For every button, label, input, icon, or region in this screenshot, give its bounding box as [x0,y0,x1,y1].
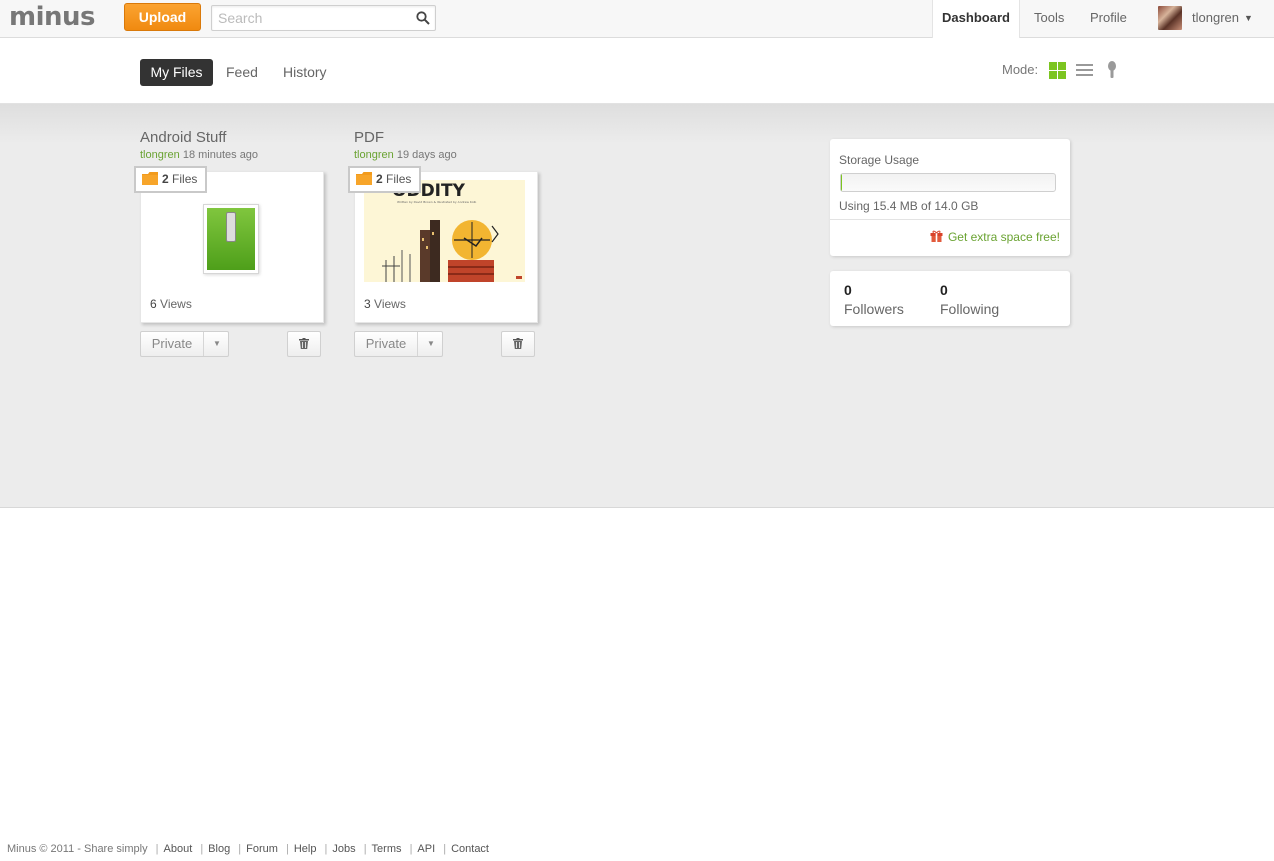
followers-label: Followers [844,301,904,317]
mode-label: Mode: [1002,62,1039,77]
file-count-badge[interactable]: 2 Files [348,166,422,193]
pin-view-icon[interactable] [1106,61,1118,79]
footer-link-api[interactable]: API [417,843,435,855]
privacy-label[interactable]: Private [355,332,418,356]
upload-button[interactable]: Upload [124,3,201,31]
following-label: Following [940,301,1000,317]
sub-nav: My Files Feed History Mode: [0,38,1274,104]
footer-link-about[interactable]: About [164,843,193,855]
delete-button[interactable] [287,331,321,357]
trash-icon [513,338,523,349]
album-time: 18 minutes ago [182,149,259,161]
follow-panel: 0 Followers 0 Following [830,271,1070,326]
tab-my-files[interactable]: My Files [140,59,213,86]
storage-title: Storage Usage [839,153,920,167]
chevron-down-icon[interactable]: ▼ [419,332,443,356]
album-views: 3 Views [364,297,406,311]
nav-dashboard[interactable]: Dashboard [932,0,1020,38]
footer-link-jobs[interactable]: Jobs [332,843,355,855]
pdf-cover-subtitle: Written by David Brown & Illustrated by … [397,200,476,204]
album-meta: tlongren 19 days ago [354,149,457,161]
extra-space-label: Get extra space free! [947,230,1060,244]
following-count: 0 [940,282,948,298]
tab-history[interactable]: History [283,59,327,86]
minus-logo[interactable]: minus [9,2,96,32]
views-count: 6 [150,297,157,311]
footer-link-forum[interactable]: Forum [246,843,278,855]
main-content: Android Stuff tlongren 18 minutes ago 6 … [0,104,1274,508]
album-owner-link[interactable]: tlongren [140,149,180,161]
views-label: Views [160,297,192,311]
album-meta: tlongren 18 minutes ago [140,149,258,161]
followers-count: 0 [844,282,852,298]
footer-link-help[interactable]: Help [294,843,317,855]
nav-profile[interactable]: Profile [1090,0,1127,37]
search-box [211,5,436,31]
folder-icon [142,172,158,185]
views-count: 3 [364,297,371,311]
user-menu[interactable]: tlongren ▼ [1192,0,1253,36]
list-view-icon[interactable] [1076,63,1093,78]
storage-usage-text: Using 15.4 MB of 14.0 GB [839,199,979,213]
gift-icon [930,230,943,242]
album-title[interactable]: PDF [354,129,384,146]
copyright: Minus © 2011 - Share simply [7,843,148,855]
file-count: 2 [162,172,169,186]
album-time: 19 days ago [396,149,457,161]
extra-space-link[interactable]: Get extra space free! [930,230,1060,244]
trash-icon [299,338,309,349]
album-views: 6 Views [150,297,192,311]
album-card: Android Stuff tlongren 18 minutes ago 6 … [134,104,340,364]
chevron-down-icon: ▼ [1243,13,1253,23]
views-label: Views [374,297,406,311]
storage-progress-bar [840,173,1056,192]
footer-link-blog[interactable]: Blog [208,843,230,855]
album-title[interactable]: Android Stuff [140,129,226,146]
divider [830,219,1070,220]
privacy-dropdown[interactable]: Private ▼ [140,331,229,357]
search-input[interactable] [218,9,413,27]
privacy-label[interactable]: Private [141,332,204,356]
nav-tools[interactable]: Tools [1034,0,1064,37]
file-count-badge[interactable]: 2 Files [134,166,208,193]
chevron-down-icon[interactable]: ▼ [205,332,229,356]
privacy-dropdown[interactable]: Private ▼ [354,331,443,357]
search-icon[interactable] [416,11,430,25]
username: tlongren [1192,10,1239,25]
album-thumbnail-card[interactable]: ODDITY Written by David Brown & Illustra… [354,171,538,323]
album-owner-link[interactable]: tlongren [354,149,394,161]
footer: Minus © 2011 - Share simply | About | Blog… [7,843,489,855]
file-count: 2 [376,172,383,186]
footer-link-contact[interactable]: Contact [451,843,489,855]
files-label: Files [172,172,198,186]
footer-link-terms[interactable]: Terms [372,843,402,855]
album-thumbnail-card[interactable]: 6 Views [140,171,324,323]
files-label: Files [386,172,412,186]
storage-panel: Storage Usage Using 15.4 MB of 14.0 GB G… [830,139,1070,256]
followers-stat[interactable]: 0 Followers [844,282,904,317]
tab-feed[interactable]: Feed [226,59,258,86]
following-stat[interactable]: 0 Following [940,282,999,317]
grid-view-icon[interactable] [1049,62,1066,79]
pdf-cover-image: ODDITY Written by David Brown & Illustra… [364,180,525,282]
folder-icon [356,172,372,185]
delete-button[interactable] [501,331,535,357]
zip-file-icon [203,204,259,274]
top-bar: minus Upload Dashboard Tools Profile tlo… [0,0,1274,38]
album-card: PDF tlongren 19 days ago ODDITY Written … [348,104,554,364]
avatar[interactable] [1158,6,1182,30]
